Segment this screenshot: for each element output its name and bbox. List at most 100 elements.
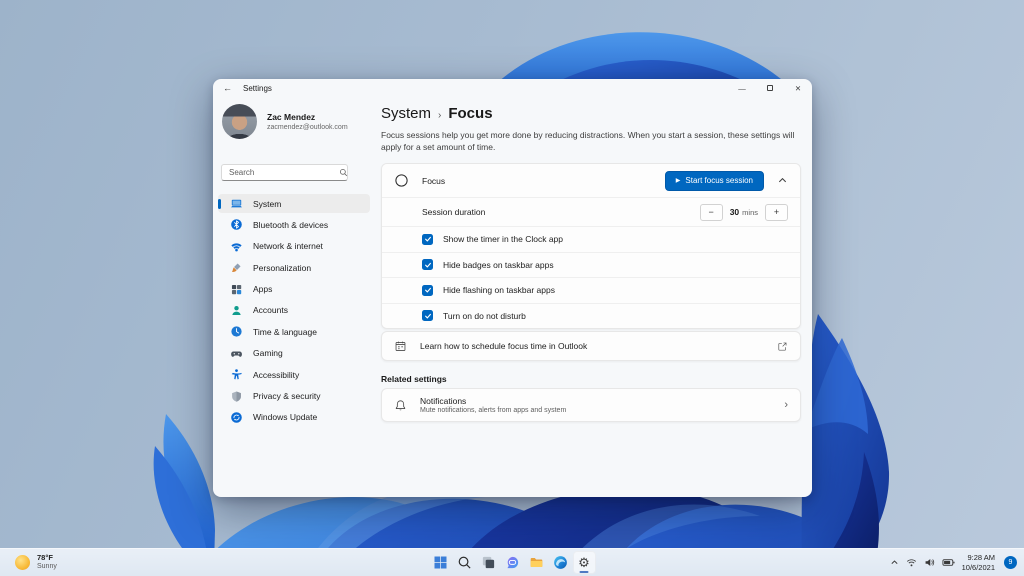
duration-number: 30 — [730, 207, 739, 217]
main-pane: System › Focus Focus sessions help you g… — [381, 97, 805, 497]
taskbar-center: ⚙ — [428, 551, 596, 574]
sidebar-item-accounts[interactable]: Accounts — [218, 301, 370, 320]
volume-icon[interactable] — [924, 557, 935, 568]
duration-decrease-button[interactable]: − — [700, 204, 723, 221]
search-box — [221, 164, 348, 181]
sidebar-item-accessibility[interactable]: Accessibility — [218, 365, 370, 384]
sidebar-item-apps[interactable]: Apps — [218, 280, 370, 299]
time-language-icon — [230, 325, 243, 338]
play-icon: ▶ — [676, 178, 681, 184]
search-input[interactable] — [222, 168, 339, 177]
focus-header-row[interactable]: Focus ▶ Start focus session — [382, 164, 800, 197]
session-duration-label: Session duration — [422, 207, 485, 217]
system-tray: 9:28 AM 10/6/2021 9 — [890, 549, 1017, 576]
sidebar-item-gaming[interactable]: Gaming — [218, 344, 370, 363]
sidebar-item-time-language[interactable]: Time & language — [218, 322, 370, 341]
sidebar-item-privacy[interactable]: Privacy & security — [218, 387, 370, 406]
checkbox-row-dnd[interactable]: Turn on do not disturb — [382, 303, 800, 329]
maximize-button[interactable] — [756, 79, 784, 97]
titlebar: ← Settings — ✕ — [213, 79, 812, 97]
minimize-button[interactable]: — — [728, 79, 756, 97]
sidebar-item-label: System — [253, 199, 281, 209]
checkbox-checked-icon[interactable] — [422, 259, 433, 270]
sidebar-item-network[interactable]: Network & internet — [218, 237, 370, 256]
edge-icon — [553, 555, 568, 570]
task-view-button[interactable] — [477, 551, 500, 574]
session-duration-row: Session duration − 30mins + — [382, 197, 800, 226]
checkbox-label: Show the timer in the Clock app — [443, 234, 563, 244]
notifications-title: Notifications — [420, 396, 566, 406]
checkbox-row-flashing[interactable]: Hide flashing on taskbar apps — [382, 277, 800, 303]
taskbar: 78°F Sunny ⚙ — [0, 548, 1024, 576]
sidebar-item-bluetooth[interactable]: Bluetooth & devices — [218, 215, 370, 234]
search-icon — [457, 555, 472, 570]
weather-temperature: 78°F — [37, 553, 57, 563]
window-controls: — ✕ — [728, 79, 812, 97]
clock[interactable]: 9:28 AM 10/6/2021 — [962, 553, 995, 573]
start-focus-session-button[interactable]: ▶ Start focus session — [665, 171, 764, 191]
accounts-icon — [230, 304, 243, 317]
sidebar-item-label: Personalization — [253, 263, 311, 273]
battery-icon[interactable] — [942, 556, 955, 569]
settings-app-button[interactable]: ⚙ — [573, 551, 596, 574]
widgets-weather-button[interactable]: 78°F Sunny — [9, 549, 63, 576]
checkbox-label: Turn on do not disturb — [443, 311, 526, 321]
breadcrumb-parent[interactable]: System — [381, 105, 431, 122]
maximize-icon — [767, 85, 773, 91]
sidebar-item-label: Bluetooth & devices — [253, 220, 328, 230]
notifications-subtitle: Mute notifications, alerts from apps and… — [420, 407, 566, 414]
tray-date: 10/6/2021 — [962, 563, 995, 573]
notifications-card[interactable]: Notifications Mute notifications, alerts… — [381, 388, 801, 422]
breadcrumb: System › Focus — [381, 105, 493, 122]
checkbox-checked-icon[interactable] — [422, 234, 433, 245]
network-icon — [230, 240, 243, 253]
profile[interactable]: Zac Mendez zacmendez@outlook.com — [222, 104, 348, 139]
taskbar-search-button[interactable] — [453, 551, 476, 574]
chevron-up-icon[interactable] — [777, 175, 788, 186]
sidebar-item-windows-update[interactable]: Windows Update — [218, 408, 370, 427]
close-button[interactable]: ✕ — [784, 79, 812, 97]
sidebar-item-label: Apps — [253, 284, 272, 294]
chat-button[interactable] — [501, 551, 524, 574]
sidebar-item-label: Gaming — [253, 348, 283, 358]
notification-count-badge[interactable]: 9 — [1004, 556, 1017, 569]
related-settings-heading: Related settings — [381, 374, 447, 384]
sidebar-item-system[interactable]: System — [218, 194, 370, 213]
checkbox-row-timer[interactable]: Show the timer in the Clock app — [382, 226, 800, 252]
profile-email: zacmendez@outlook.com — [267, 124, 348, 131]
duration-increase-button[interactable]: + — [765, 204, 788, 221]
chat-icon — [505, 555, 520, 570]
sidebar-nav: System Bluetooth & devices Network & int… — [218, 194, 370, 427]
checkbox-label: Hide flashing on taskbar apps — [443, 285, 555, 295]
sidebar-item-label: Accessibility — [253, 370, 299, 380]
gear-icon: ⚙ — [578, 556, 590, 569]
outlook-link-label: Learn how to schedule focus time in Outl… — [420, 341, 587, 351]
sidebar-item-label: Accounts — [253, 305, 288, 315]
task-view-icon — [481, 555, 496, 570]
sidebar-item-label: Time & language — [253, 327, 317, 337]
hidden-icons-chevron-icon[interactable] — [890, 558, 899, 567]
checkbox-row-badges[interactable]: Hide badges on taskbar apps — [382, 252, 800, 278]
breadcrumb-separator-icon: › — [438, 110, 441, 121]
checkbox-checked-icon[interactable] — [422, 310, 433, 321]
weather-condition: Sunny — [37, 563, 57, 571]
file-explorer-button[interactable] — [525, 551, 548, 574]
tray-time: 9:28 AM — [962, 553, 995, 563]
page-title: Focus — [448, 105, 492, 122]
edge-button[interactable] — [549, 551, 572, 574]
privacy-icon — [230, 390, 243, 403]
checkbox-label: Hide badges on taskbar apps — [443, 260, 554, 270]
external-link-icon — [777, 341, 788, 352]
outlook-link-card[interactable]: Learn how to schedule focus time in Outl… — [381, 331, 801, 361]
start-button[interactable] — [429, 551, 452, 574]
wifi-icon[interactable] — [906, 557, 917, 568]
search-icon — [339, 168, 348, 177]
sidebar-item-label: Privacy & security — [253, 391, 321, 401]
sidebar-item-personalization[interactable]: Personalization — [218, 258, 370, 277]
system-icon — [230, 197, 243, 210]
gaming-icon — [230, 347, 243, 360]
bell-icon — [394, 399, 407, 412]
checkbox-checked-icon[interactable] — [422, 285, 433, 296]
back-button[interactable]: ← — [223, 84, 232, 93]
file-explorer-icon — [529, 555, 544, 570]
